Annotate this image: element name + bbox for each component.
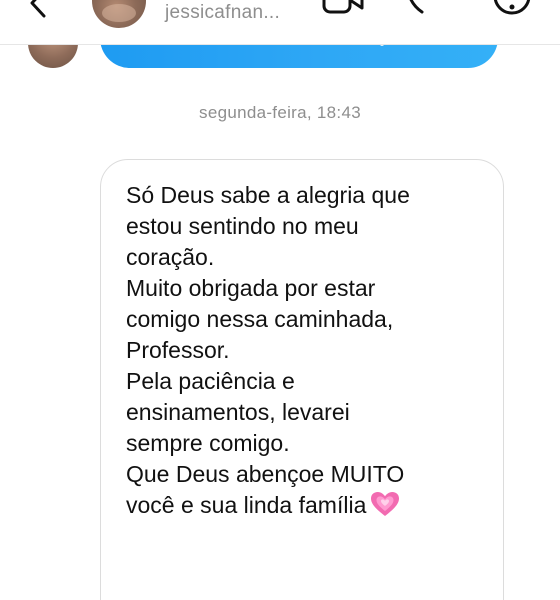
message-line: Que Deus abençoe MUITO (126, 461, 405, 487)
message-line: ensinamentos, levarei (126, 399, 350, 425)
message-line: Professor. (126, 337, 230, 363)
message-line: coração. (126, 244, 215, 270)
chevron-left-icon[interactable] (24, 0, 54, 18)
message-line: comigo nessa caminhada, (126, 306, 394, 332)
chat-header: jessicafnan... (0, 0, 560, 45)
message-line-last: você e sua linda família (126, 490, 496, 521)
message-timestamp: segunda-feira, 18:43 (199, 103, 361, 122)
message-line: Muito obrigada por estar (126, 275, 376, 301)
message-line-text: você e sua linda família (126, 492, 367, 518)
username[interactable]: jessicafnan... (165, 2, 280, 24)
growing-heart-icon (371, 492, 400, 516)
phone-icon[interactable] (404, 0, 428, 14)
message-line: estou sentindo no meu (126, 213, 359, 239)
header-avatar[interactable] (92, 0, 146, 28)
message-line: Pela paciência e (126, 368, 295, 394)
message-text: Só Deus sabe a alegria que estou sentind… (126, 180, 496, 521)
info-icon[interactable] (492, 0, 532, 16)
dm-thread-screen: jessicafnan... segunda-feira, 18:43 Só D… (0, 0, 560, 600)
message-line: Só Deus sabe a alegria que (126, 182, 410, 208)
message-line: sempre comigo. (126, 430, 290, 456)
video-camera-icon[interactable] (322, 0, 364, 14)
